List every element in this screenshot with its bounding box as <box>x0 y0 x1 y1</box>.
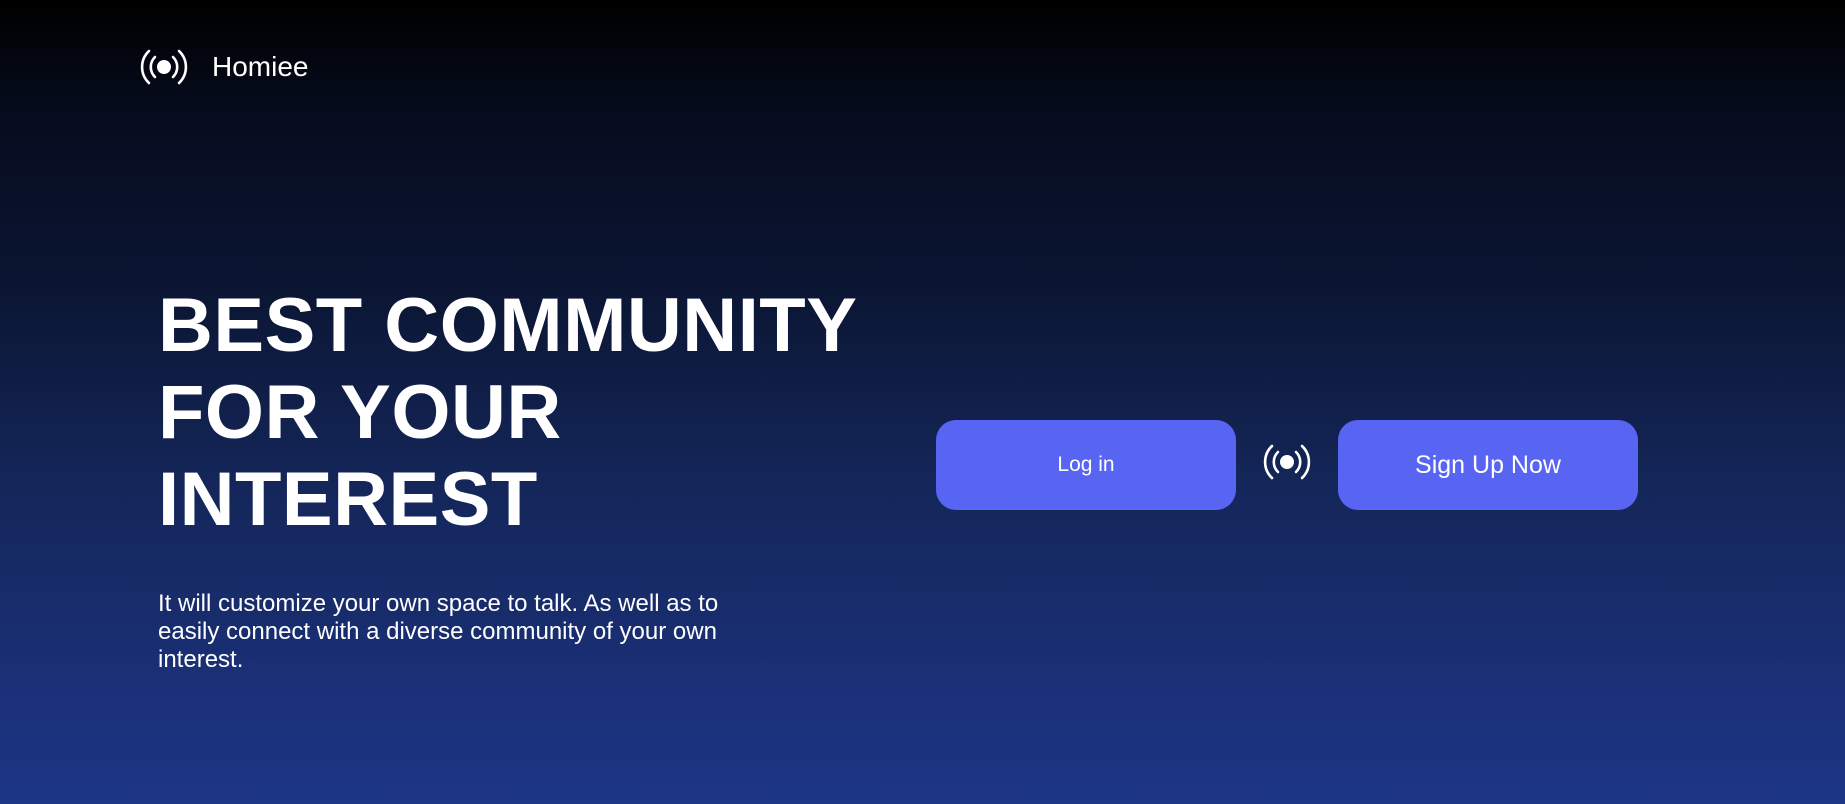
hero-title: BEST COMMUNITY FOR YOUR INTEREST <box>158 282 878 543</box>
brand[interactable]: Homiee <box>140 48 308 86</box>
login-button[interactable]: Log in <box>936 420 1236 510</box>
broadcast-icon <box>1263 444 1311 480</box>
hero-title-line: BEST COMMUNITY <box>158 283 858 368</box>
broadcast-icon <box>140 49 188 85</box>
hero-description: It will customize your own space to talk… <box>158 590 719 673</box>
signup-button[interactable]: Sign Up Now <box>1338 420 1638 510</box>
hero-title-line: INTEREST <box>158 457 538 542</box>
hero-title-line: FOR YOUR <box>158 370 562 455</box>
brand-name: Homiee <box>212 51 309 82</box>
